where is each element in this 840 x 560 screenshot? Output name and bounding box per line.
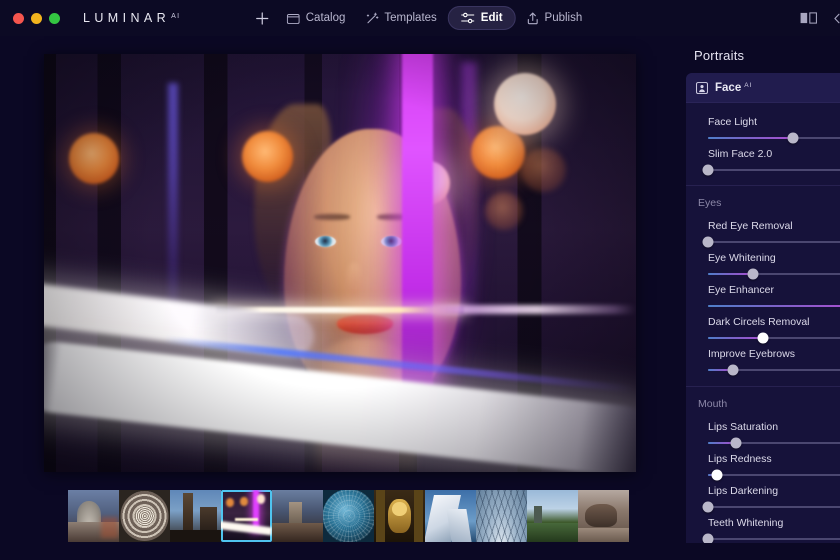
slider-label: Red Eye Removal bbox=[708, 220, 793, 232]
group-label-mouth: Mouth bbox=[698, 398, 728, 410]
photo-vignette bbox=[44, 54, 636, 472]
face-tool-header[interactable]: Face AI bbox=[686, 73, 840, 103]
share-upload-icon bbox=[527, 12, 539, 25]
right-tool-panel: Portraits Face AI Face Light Slim Face 2… bbox=[680, 36, 840, 560]
list-item[interactable] bbox=[476, 490, 527, 542]
slider-group-eyes: Eyes Red Eye Removal Eye Whitening Eye E… bbox=[686, 186, 840, 387]
nav-templates[interactable]: Templates bbox=[356, 6, 445, 30]
filmstrip[interactable] bbox=[68, 490, 629, 542]
list-item[interactable] bbox=[272, 490, 323, 542]
slider-track[interactable] bbox=[708, 364, 840, 376]
slider-group-face: Face Light Slim Face 2.0 bbox=[686, 103, 840, 186]
folder-icon bbox=[286, 13, 300, 24]
nav-templates-label: Templates bbox=[384, 12, 437, 24]
slider-label: Lips Darkening bbox=[708, 485, 779, 497]
sliders-icon bbox=[461, 12, 475, 24]
group-label-eyes: Eyes bbox=[698, 197, 722, 209]
slider-label: Slim Face 2.0 bbox=[708, 148, 773, 160]
slider-dark-circles-removal[interactable]: Dark Circels Removal bbox=[686, 307, 840, 344]
list-item[interactable] bbox=[323, 490, 374, 542]
slider-eye-whitening[interactable]: Eye Whitening bbox=[686, 243, 840, 280]
slider-teeth-whitening[interactable]: Teeth Whitening bbox=[686, 508, 840, 543]
slider-red-eye-removal[interactable]: Red Eye Removal bbox=[686, 211, 840, 248]
slider-face-light[interactable]: Face Light bbox=[686, 107, 840, 144]
page-title: Portraits bbox=[694, 48, 745, 63]
slider-label: Face Light bbox=[708, 116, 758, 128]
slider-slim-face[interactable]: Slim Face 2.0 bbox=[686, 139, 840, 176]
slider-label: Lips Redness bbox=[708, 453, 772, 465]
list-item[interactable] bbox=[425, 490, 476, 542]
slider-label: Eye Enhancer bbox=[708, 284, 774, 296]
slider-track[interactable] bbox=[702, 164, 840, 176]
slider-track[interactable] bbox=[702, 533, 840, 543]
zoom-window-button[interactable] bbox=[49, 12, 60, 24]
minimize-window-button[interactable] bbox=[31, 12, 42, 24]
title-bar: LUMINAR AI Catalog Templates Edit Publis… bbox=[0, 0, 840, 36]
plus-icon bbox=[256, 11, 269, 25]
close-window-button[interactable] bbox=[13, 12, 24, 24]
nav-catalog[interactable]: Catalog bbox=[278, 6, 355, 30]
slider-label: Dark Circels Removal bbox=[708, 316, 810, 328]
panel-toggle-icon[interactable] bbox=[831, 12, 840, 25]
image-canvas[interactable] bbox=[44, 54, 636, 472]
list-item[interactable] bbox=[221, 490, 272, 542]
list-item[interactable] bbox=[68, 490, 119, 542]
nav-edit[interactable]: Edit bbox=[447, 6, 516, 30]
slider-knob bbox=[727, 364, 739, 376]
list-item[interactable] bbox=[119, 490, 170, 542]
list-item[interactable] bbox=[374, 490, 425, 542]
wand-sparkle-icon bbox=[365, 12, 379, 25]
nav-publish[interactable]: Publish bbox=[518, 6, 592, 30]
face-tool-superscript: AI bbox=[744, 81, 753, 89]
slider-improve-eyebrows[interactable]: Improve Eyebrows bbox=[686, 339, 840, 376]
nav-publish-label: Publish bbox=[544, 12, 583, 24]
compare-split-icon[interactable] bbox=[800, 12, 817, 24]
face-tool-card: Face AI Face Light Slim Face 2.0 Eyes Re… bbox=[686, 73, 840, 543]
nav-catalog-label: Catalog bbox=[305, 12, 346, 24]
face-tool-name: Face bbox=[715, 81, 742, 94]
nav-edit-label: Edit bbox=[480, 12, 503, 24]
app-name-superscript: AI bbox=[171, 13, 181, 20]
slider-lips-redness[interactable]: Lips Redness bbox=[686, 444, 840, 481]
edited-photo-woman-neon-reflection bbox=[44, 54, 636, 472]
window-traffic-lights bbox=[13, 12, 60, 24]
titlebar-right-controls bbox=[800, 0, 840, 36]
luminar-ai-window: LUMINAR AI Catalog Templates Edit Publis… bbox=[0, 0, 840, 560]
face-tool-title: Face AI bbox=[715, 82, 752, 94]
portrait-frame-icon bbox=[696, 81, 708, 94]
app-name-text: LUMINAR bbox=[83, 11, 171, 25]
add-photos-button[interactable] bbox=[249, 6, 276, 30]
slider-lips-darkening[interactable]: Lips Darkening bbox=[686, 476, 840, 513]
slider-knob bbox=[702, 164, 714, 176]
slider-knob bbox=[702, 533, 714, 543]
slider-label: Lips Saturation bbox=[708, 421, 779, 433]
slider-label: Eye Whitening bbox=[708, 252, 776, 264]
slider-label: Improve Eyebrows bbox=[708, 348, 795, 360]
top-navigation: Catalog Templates Edit Publish bbox=[249, 0, 592, 36]
list-item[interactable] bbox=[170, 490, 221, 542]
list-item[interactable] bbox=[578, 490, 629, 542]
slider-group-mouth: Mouth Lips Saturation Lips Redness Lips … bbox=[686, 387, 840, 543]
slider-eye-enhancer[interactable]: Eye Enhancer bbox=[686, 275, 840, 307]
list-item[interactable] bbox=[527, 490, 578, 542]
app-logo: LUMINAR AI bbox=[83, 11, 180, 25]
slider-label: Teeth Whitening bbox=[708, 517, 784, 529]
slider-lips-saturation[interactable]: Lips Saturation bbox=[686, 412, 840, 449]
